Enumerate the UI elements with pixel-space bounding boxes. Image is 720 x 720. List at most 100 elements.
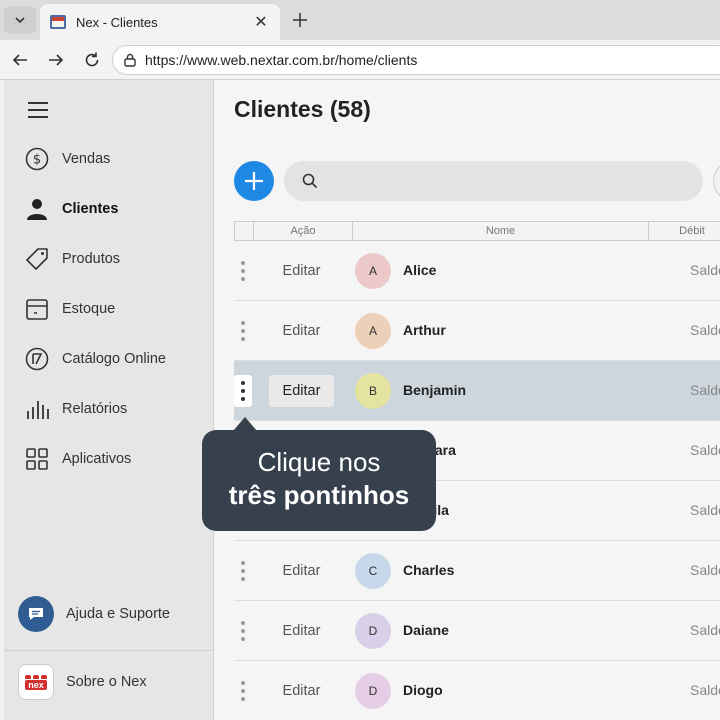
- browser-tab-bar: Nex - Clientes ✕: [0, 0, 720, 40]
- table-row[interactable]: Editar C Charles Saldo: [234, 541, 720, 601]
- table-row[interactable]: Editar D Diogo Saldo: [234, 661, 720, 720]
- sidebar-divider: [4, 650, 214, 651]
- app-container: $ Vendas Clientes Produtos Estoque Catál…: [0, 80, 720, 720]
- sidebar-item-catalogo-online[interactable]: Catálogo Online: [4, 339, 214, 379]
- sidebar-item-label: Relatórios: [62, 401, 128, 417]
- plus-icon: [245, 172, 263, 190]
- catalog-icon: [24, 346, 50, 372]
- chevron-down-icon: [15, 17, 25, 24]
- search-icon: [302, 173, 318, 189]
- edit-button[interactable]: Editar: [269, 315, 334, 347]
- tag-icon: [24, 246, 50, 272]
- tab-list-button[interactable]: [4, 6, 36, 34]
- client-balance: Saldo: [690, 682, 720, 698]
- avatar: C: [355, 553, 391, 589]
- nex-logo-text: nex: [25, 679, 47, 690]
- lock-icon: [124, 53, 136, 67]
- client-balance: Saldo: [690, 382, 720, 398]
- filter-button[interactable]: [713, 161, 720, 201]
- box-icon: [24, 296, 50, 322]
- sidebar-item-label: Vendas: [62, 151, 111, 167]
- more-options-icon[interactable]: [238, 621, 248, 641]
- th-acao: Ação: [254, 222, 353, 240]
- edit-button[interactable]: Editar: [269, 675, 334, 707]
- sidebar-item-relatorios[interactable]: Relatórios: [4, 389, 214, 429]
- more-options-icon[interactable]: [234, 375, 252, 407]
- edit-button[interactable]: Editar: [269, 375, 334, 407]
- tooltip-line-1: Clique nos: [257, 447, 381, 477]
- avatar: A: [355, 253, 391, 289]
- about-nex-label: Sobre o Nex: [66, 674, 147, 690]
- arrow-right-icon: [49, 54, 64, 66]
- th-debito: Débit: [679, 225, 705, 237]
- search-bar[interactable]: [284, 161, 703, 201]
- more-options-icon[interactable]: [238, 681, 248, 701]
- reload-icon: [85, 52, 99, 67]
- close-tab-icon[interactable]: ✕: [252, 12, 270, 32]
- sidebar-item-label: Catálogo Online: [62, 351, 166, 367]
- reload-button[interactable]: [80, 48, 104, 72]
- more-options-icon[interactable]: [238, 561, 248, 581]
- svg-text:$: $: [33, 153, 41, 168]
- edit-button[interactable]: Editar: [269, 255, 334, 287]
- table-row[interactable]: Editar B Benjamin Saldo: [234, 361, 720, 421]
- person-icon: [24, 196, 50, 222]
- page-title: Clientes (58): [234, 96, 371, 122]
- sidebar-item-label: Produtos: [62, 251, 121, 267]
- table-header: Ação Nome Débit: [234, 221, 720, 241]
- plus-icon: [293, 13, 307, 27]
- sidebar-item-label: Estoque: [62, 301, 116, 317]
- address-bar-row: https://www.web.nextar.com.br/home/clien…: [0, 40, 720, 80]
- client-name: Benjamin: [403, 382, 467, 398]
- table-row[interactable]: Editar A Arthur Saldo: [234, 301, 720, 361]
- client-name: Charles: [403, 562, 455, 578]
- tooltip-line-2: três pontinhos: [228, 480, 410, 510]
- avatar: D: [355, 613, 391, 649]
- table-row[interactable]: Editar D Daiane Saldo: [234, 601, 720, 661]
- arrow-left-icon: [12, 54, 27, 66]
- main-content: Clientes (58) Ação Nome Débit Editar A Ali…: [214, 80, 720, 720]
- menu-toggle-icon[interactable]: [28, 102, 48, 118]
- browser-tab[interactable]: Nex - Clientes ✕: [40, 4, 280, 40]
- edit-button[interactable]: Editar: [269, 555, 334, 587]
- chat-bubble-icon: [18, 596, 54, 632]
- sidebar-item-vendas[interactable]: $ Vendas: [4, 139, 214, 179]
- more-options-icon[interactable]: [238, 321, 248, 341]
- sidebar-item-estoque[interactable]: Estoque: [4, 289, 214, 329]
- search-input[interactable]: [326, 173, 686, 189]
- table-row[interactable]: Editar A Alice Saldo: [234, 241, 720, 301]
- avatar: A: [355, 313, 391, 349]
- new-tab-button[interactable]: [288, 8, 312, 32]
- forward-button[interactable]: [44, 48, 68, 72]
- hint-tooltip: Clique nos três pontinhos: [202, 430, 436, 531]
- back-button[interactable]: [8, 48, 32, 72]
- edit-button[interactable]: Editar: [269, 615, 334, 647]
- add-client-button[interactable]: [234, 161, 274, 201]
- client-name: Diogo: [403, 682, 443, 698]
- dollar-circle-icon: $: [24, 146, 50, 172]
- sidebar-item-aplicativos[interactable]: Aplicativos: [4, 439, 214, 479]
- th-nome: Nome: [353, 222, 649, 240]
- more-options-icon[interactable]: [238, 261, 248, 281]
- client-name: Daiane: [403, 622, 449, 638]
- sidebar-item-clientes[interactable]: Clientes: [4, 189, 214, 229]
- url-field[interactable]: https://www.web.nextar.com.br/home/clien…: [112, 45, 720, 75]
- client-balance: Saldo: [690, 562, 720, 578]
- help-support-link[interactable]: Ajuda e Suporte: [18, 596, 170, 632]
- client-name: Arthur: [403, 322, 446, 338]
- tooltip-arrow: [233, 417, 257, 431]
- bar-chart-icon: [24, 396, 50, 422]
- about-nex-link[interactable]: nex Sobre o Nex: [18, 664, 147, 700]
- favicon-icon: [50, 15, 66, 29]
- client-balance: Saldo: [690, 442, 720, 458]
- client-balance: Saldo: [690, 322, 720, 338]
- client-balance: Saldo: [690, 502, 720, 518]
- sidebar: $ Vendas Clientes Produtos Estoque Catál…: [4, 80, 214, 720]
- tab-title: Nex - Clientes: [76, 14, 158, 30]
- sidebar-item-produtos[interactable]: Produtos: [4, 239, 214, 279]
- sidebar-item-label: Clientes: [62, 201, 119, 217]
- avatar: B: [355, 373, 391, 409]
- client-name: Alice: [403, 262, 437, 278]
- url-text: https://www.web.nextar.com.br/home/clien…: [145, 52, 418, 68]
- th-select: [235, 222, 254, 240]
